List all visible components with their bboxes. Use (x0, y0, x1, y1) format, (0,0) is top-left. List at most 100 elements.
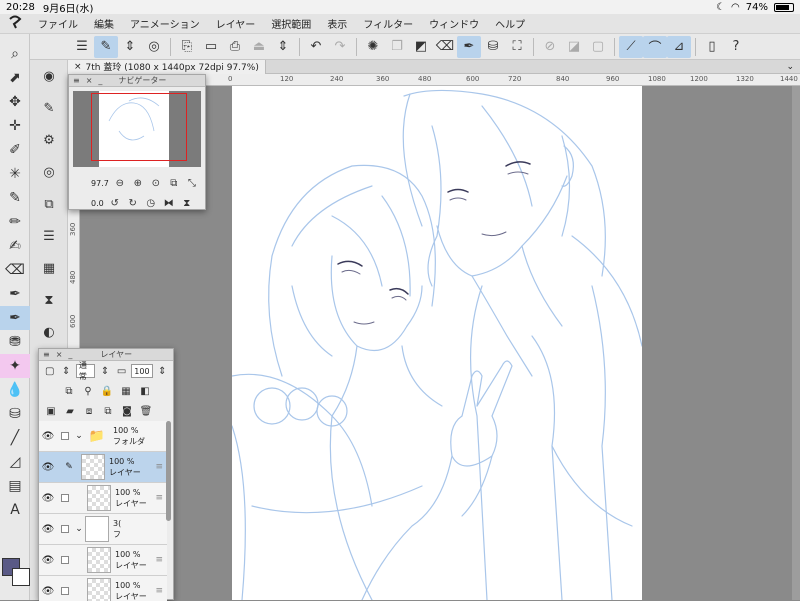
export-icon[interactable]: ⏏ (247, 36, 271, 58)
pencil-tool-icon[interactable]: ✏ (0, 210, 30, 234)
chevron-down-icon[interactable]: ⌄ (73, 524, 85, 534)
eye-icon[interactable]: 👁 (39, 586, 57, 597)
chevron-down-icon[interactable]: ⌄ (73, 431, 85, 441)
updown-chevron-icon[interactable]: ⇕ (98, 363, 111, 379)
lock-icon[interactable]: 🔒 (99, 383, 115, 399)
drag-handle-icon[interactable]: ≡ (155, 462, 163, 472)
move-tool-icon[interactable]: ✛ (0, 114, 30, 138)
menu-animation[interactable]: アニメーション (122, 16, 208, 31)
animation-icon[interactable]: ▦ (30, 252, 68, 284)
new-raster-layer-icon[interactable]: ▣ (43, 403, 59, 419)
active-pen-tool-icon[interactable]: ✒ (0, 306, 30, 330)
selection-frame-icon[interactable]: ▢ (586, 36, 610, 58)
new-folder-icon[interactable]: ▰ (62, 403, 78, 419)
layer-row[interactable]: 👁 100 % レイヤー ≡ (39, 545, 167, 576)
app-logo-icon[interactable] (0, 15, 30, 33)
rotate-left-icon[interactable]: ↺ (108, 196, 122, 210)
layer-row[interactable]: 👁 100 % レイヤー ≡ (39, 483, 167, 514)
blend-mode-select[interactable]: 通常 (75, 361, 96, 381)
layer-move-tool-icon[interactable]: ✥ (0, 90, 30, 114)
menu-layer[interactable]: レイヤー (208, 16, 264, 31)
minimize-icon[interactable]: _ (68, 350, 72, 359)
eye-icon[interactable]: 👁 (39, 462, 57, 473)
layer-list-scrollbar[interactable] (166, 421, 171, 521)
zoom-in-icon[interactable]: ⊕ (131, 176, 145, 190)
color-circle-icon[interactable]: ◐ (30, 316, 68, 348)
palette-menu-icon[interactable]: ≡ (73, 76, 80, 85)
sub-color-swatch[interactable] (12, 568, 30, 586)
layer-property-icon[interactable]: ☰ (30, 220, 68, 252)
text-tool-icon[interactable]: A (0, 498, 30, 522)
menu-view[interactable]: 表示 (319, 16, 355, 31)
fill-black-icon[interactable]: ◩ (409, 36, 433, 58)
canvas-vertical-scrollbar[interactable] (792, 86, 800, 600)
save-icon[interactable]: ⎙ (223, 36, 247, 58)
close-icon[interactable]: × (86, 76, 93, 85)
help-icon[interactable]: ? (724, 36, 748, 58)
eye-icon[interactable]: 👁 (39, 555, 57, 566)
blend-tool-icon[interactable]: ✒ (0, 282, 30, 306)
rotate-right-icon[interactable]: ↻ (126, 196, 140, 210)
drag-handle-icon[interactable]: ≡ (155, 493, 163, 503)
fit-navigator-icon[interactable]: ⤡ (185, 176, 199, 190)
menu-filter[interactable]: フィルター (355, 16, 421, 31)
close-tab-icon[interactable]: × (74, 62, 82, 72)
transfer-down-icon[interactable]: ⧈ (81, 403, 97, 419)
gradient-tool-icon[interactable]: ▤ (0, 474, 30, 498)
updown-chevron-icon[interactable]: ⇕ (118, 36, 142, 58)
menu-file[interactable]: ファイル (30, 16, 86, 31)
drag-handle-icon[interactable]: ≡ (155, 586, 163, 596)
menu-help[interactable]: ヘルプ (487, 16, 533, 31)
new-file-icon[interactable]: ⎘ (175, 36, 199, 58)
snap-line-icon[interactable]: ⊿ (667, 35, 691, 58)
shape-tool-icon[interactable]: ◿ (0, 450, 30, 474)
layer-row-folder[interactable]: 👁 ⌄ 📁 100 % フォルダ (39, 421, 167, 452)
layer-color-icon[interactable]: ▢ (43, 363, 56, 379)
lock-transparency-icon[interactable]: ▦ (118, 383, 134, 399)
stamp-tool-icon[interactable]: ⛃ (0, 330, 30, 354)
chevron-down-icon[interactable]: ⌄ (786, 62, 800, 72)
pen-tool-icon[interactable]: ✎ (0, 186, 30, 210)
mask-icon[interactable]: ◧ (137, 383, 153, 399)
navigator-view-frame[interactable] (91, 93, 187, 161)
redo-icon[interactable]: ↷ (328, 36, 352, 58)
operation-tool-icon[interactable]: ⬈ (0, 66, 30, 90)
edit-target-checkbox[interactable] (61, 494, 69, 502)
palette-menu-icon[interactable]: ≡ (43, 350, 50, 359)
layer-row-selected[interactable]: 👁 ✎ 100 % レイヤー ≡ (39, 452, 167, 483)
eye-icon[interactable]: 👁 (39, 431, 57, 442)
transform-icon[interactable]: ⛶ (505, 36, 529, 58)
reference-layer-icon[interactable]: ⚲ (80, 383, 96, 399)
flip-vertical-icon[interactable]: ⧗ (180, 196, 194, 210)
updown-chevron-icon[interactable]: ⇕ (156, 363, 169, 379)
clip-layer-icon[interactable]: ⧉ (61, 383, 77, 399)
eyedropper-tool-icon[interactable]: ✐ (0, 138, 30, 162)
edit-workspace-icon[interactable]: ✎ (94, 35, 118, 58)
document-tab[interactable]: × 7th 蓋玲 (1080 x 1440px 72dpi 97.7%) (68, 59, 266, 74)
edit-target-checkbox[interactable] (61, 587, 69, 595)
eye-icon[interactable]: 👁 (39, 524, 57, 535)
eraser-tool-icon[interactable]: ⌫ (0, 258, 30, 282)
deselect-icon[interactable]: ⊘ (538, 36, 562, 58)
delete-layer-icon[interactable]: 🗑 (138, 403, 154, 419)
updown-chevron-icon[interactable]: ⇕ (271, 36, 295, 58)
minimize-icon[interactable]: _ (98, 76, 102, 85)
navigator-title-bar[interactable]: ≡ × _ ナビゲーター (69, 75, 205, 87)
navigator-preview[interactable] (73, 91, 201, 167)
undo-icon[interactable]: ↶ (304, 36, 328, 58)
edit-target-checkbox[interactable] (61, 432, 69, 440)
layer-title-bar[interactable]: ≡ × _ レイヤー (39, 349, 173, 361)
merge-down-icon[interactable]: ⧉ (100, 403, 116, 419)
zoom-tool-icon[interactable]: ⌕ (0, 42, 30, 66)
navigator-panel-icon[interactable]: ◉ (30, 60, 68, 92)
opacity-field[interactable]: 100 (131, 364, 153, 378)
device-icon[interactable]: ▯ (700, 36, 724, 58)
eye-icon[interactable]: 👁 (39, 493, 57, 504)
layer-row-folder[interactable]: 👁 ⌄ 3( フ (39, 514, 167, 545)
flip-horizontal-icon[interactable]: ⧓ (162, 196, 176, 210)
line-tool-icon[interactable]: ╱ (0, 426, 30, 450)
loading-spinner-icon[interactable]: ✺ (361, 36, 385, 58)
open-file-icon[interactable]: ▭ (199, 36, 223, 58)
spiral-icon[interactable]: ◎ (142, 36, 166, 58)
drawing-canvas[interactable] (231, 86, 643, 600)
